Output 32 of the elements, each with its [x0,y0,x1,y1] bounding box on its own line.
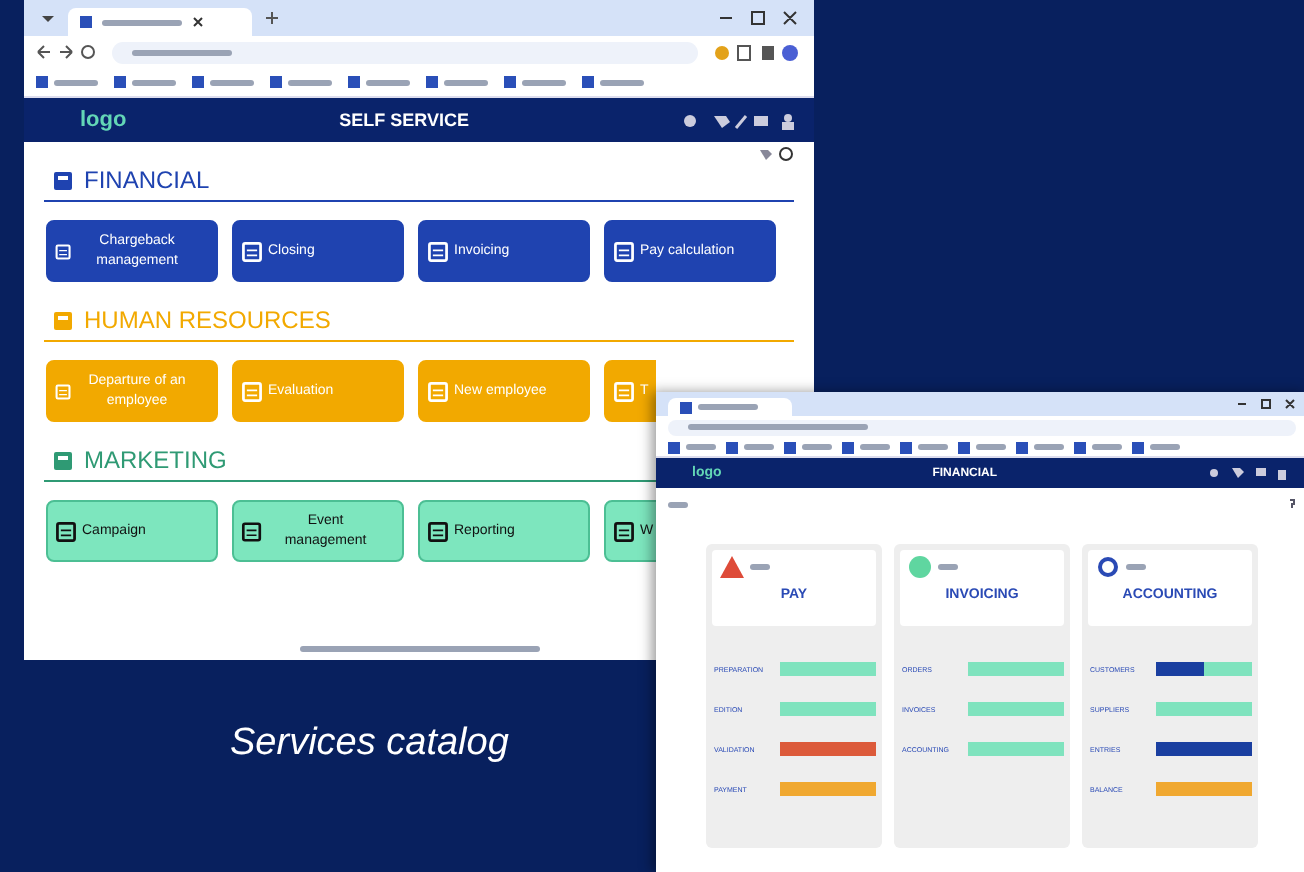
header-icons[interactable] [682,111,794,129]
address-field[interactable] [112,41,698,63]
status-bar [780,662,876,676]
plus-icon[interactable] [264,10,280,26]
caret-icon[interactable] [40,10,56,26]
browser-tab[interactable] [68,8,252,36]
section-title: MARKETING [84,446,227,474]
warning-icon [720,556,744,578]
status-bar [780,782,876,796]
logo[interactable]: logo [80,108,127,132]
window-controls-icon[interactable] [718,10,798,26]
check-circle-icon [908,556,932,578]
section-title: FINANCIAL [84,166,210,194]
toolbar-icon[interactable] [714,43,802,61]
browser-tab[interactable] [668,398,792,416]
status-bar [1156,742,1252,756]
page-title: SELF SERVICE [337,110,472,130]
close-icon[interactable] [192,16,204,28]
status-bar [1156,662,1252,676]
header-icons[interactable] [1208,466,1288,480]
status-bar [780,742,876,756]
status-bar [968,702,1064,716]
navigation-icon[interactable] [36,44,96,60]
caption: Services catalog [230,722,509,766]
status-bar [780,702,876,716]
status-bar [1156,782,1252,796]
section-title: HUMAN RESOURCES [84,306,331,334]
address-field[interactable] [668,419,1296,435]
status-bar [968,742,1064,756]
status-bar [968,662,1064,676]
status-bar [1156,702,1252,716]
window-controls-icon[interactable] [1236,398,1296,410]
